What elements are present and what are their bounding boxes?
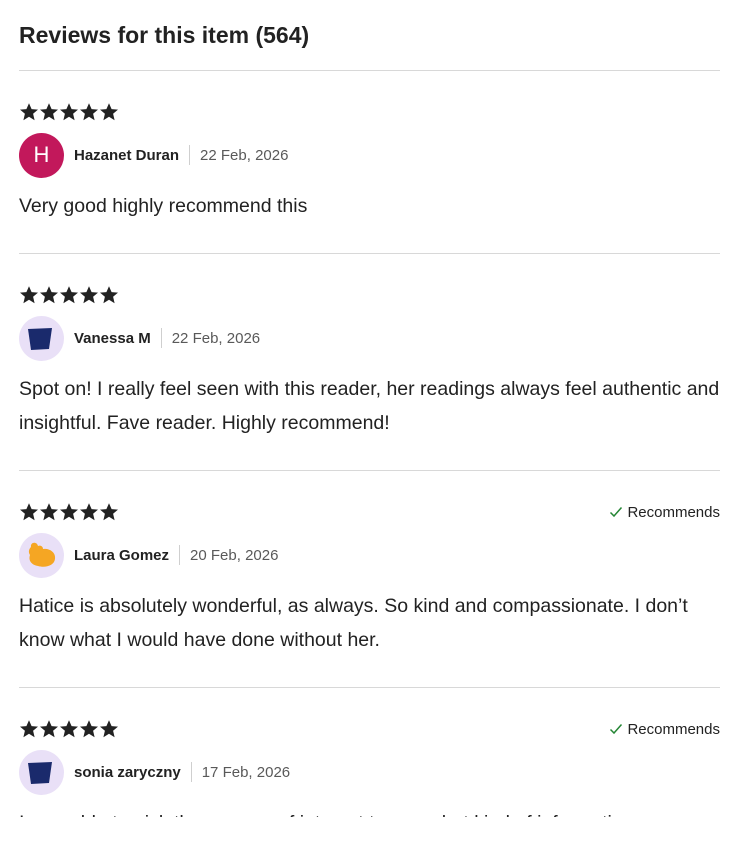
reviewer-row: Laura Gomez 20 Feb, 2026 bbox=[19, 532, 278, 578]
recommends-badge: Recommends bbox=[609, 719, 720, 739]
star-icon bbox=[99, 285, 119, 305]
divider bbox=[19, 687, 720, 688]
orange-blob-avatar-icon[interactable] bbox=[19, 532, 64, 578]
star-icon bbox=[99, 502, 119, 522]
review-text: Very good highly recommend this bbox=[19, 195, 308, 217]
star-icon bbox=[19, 102, 39, 122]
reviewer-name[interactable]: Laura Gomez bbox=[74, 547, 169, 564]
star-icon bbox=[79, 502, 99, 522]
separator bbox=[189, 145, 191, 165]
star-icon bbox=[79, 102, 99, 122]
divider bbox=[19, 70, 720, 71]
star-rating bbox=[19, 502, 119, 524]
separator bbox=[160, 328, 162, 348]
reviewer-name[interactable]: sonia zaryczny bbox=[74, 764, 181, 781]
review-date: 22 Feb, 2026 bbox=[200, 146, 289, 164]
star-icon bbox=[59, 719, 79, 739]
star-icon bbox=[19, 285, 39, 305]
star-icon bbox=[99, 719, 119, 739]
reviews-heading: Reviews for this item (564) bbox=[19, 22, 310, 48]
star-icon bbox=[39, 285, 59, 305]
star-icon bbox=[79, 285, 99, 305]
navy-shape-avatar-icon[interactable] bbox=[19, 315, 64, 361]
reviewer-avatar[interactable]: H bbox=[19, 132, 64, 178]
reviews-page: Reviews for this item (564) H Hazanet Du… bbox=[0, 0, 752, 859]
reviewer-row: sonia zaryczny 17 Feb, 2026 bbox=[19, 749, 290, 795]
review-date: 17 Feb, 2026 bbox=[201, 763, 291, 781]
star-icon bbox=[39, 719, 59, 739]
check-icon bbox=[609, 722, 623, 736]
star-icon bbox=[19, 502, 39, 522]
star-icon bbox=[59, 285, 79, 305]
divider bbox=[19, 253, 720, 254]
recommends-badge: Recommends bbox=[609, 502, 720, 522]
recommends-label: Recommends bbox=[627, 720, 720, 738]
reviewer-row: Vanessa M 22 Feb, 2026 bbox=[19, 315, 260, 361]
divider bbox=[19, 470, 720, 471]
check-icon bbox=[609, 505, 623, 519]
star-rating bbox=[19, 719, 119, 741]
review-date: 20 Feb, 2026 bbox=[190, 546, 279, 564]
star-icon bbox=[19, 719, 39, 739]
star-rating bbox=[19, 102, 119, 124]
reviewer-name[interactable]: Vanessa M bbox=[74, 330, 151, 347]
reviewer-row: H Hazanet Duran 22 Feb, 2026 bbox=[19, 132, 288, 178]
star-icon bbox=[39, 102, 59, 122]
star-icon bbox=[99, 102, 119, 122]
star-icon bbox=[59, 102, 79, 122]
reviewer-name[interactable]: Hazanet Duran bbox=[74, 147, 179, 164]
review-text: I was able to pick three areas of intere… bbox=[19, 806, 720, 817]
star-icon bbox=[59, 502, 79, 522]
reviews-clip: Reviews for this item (564) H Hazanet Du… bbox=[0, 0, 752, 817]
review-text: Hatice is absolutely wonderful, as alway… bbox=[19, 595, 688, 651]
star-icon bbox=[39, 502, 59, 522]
review-date: 22 Feb, 2026 bbox=[171, 329, 261, 347]
separator bbox=[179, 545, 181, 565]
review-text: Spot on! I really feel seen with this re… bbox=[19, 378, 720, 434]
avatar-letter: H bbox=[33, 142, 50, 167]
separator bbox=[190, 762, 192, 782]
star-icon bbox=[79, 719, 99, 739]
recommends-label: Recommends bbox=[627, 503, 720, 521]
star-rating bbox=[19, 285, 119, 307]
navy-shape-avatar-icon[interactable] bbox=[19, 749, 64, 795]
